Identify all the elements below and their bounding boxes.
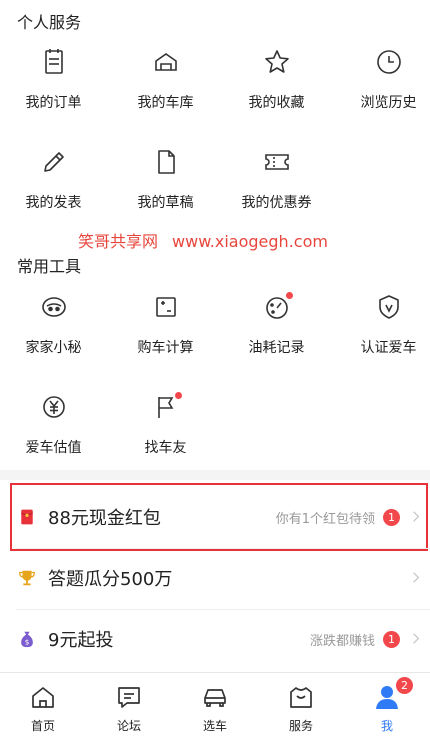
tab-forum-label: 论坛 (116, 719, 141, 733)
assistant-item[interactable]: 家家小秘 (0, 291, 107, 357)
watermark-site-name: 笑哥共享网 (78, 232, 159, 251)
money-bag-icon: $ (16, 628, 38, 650)
watermark-text: 笑哥共享网 www.xiaogegh.com (78, 228, 328, 252)
posts-item[interactable]: 我的发表 (0, 146, 107, 212)
pencil-icon (38, 146, 70, 178)
personal-section-title: 个人服务 (17, 13, 82, 32)
garage-icon (150, 46, 182, 78)
robot-icon (38, 291, 70, 323)
chevron-right-icon (412, 630, 422, 649)
verify-car-item[interactable]: 认证爱车 (335, 291, 430, 357)
tab-me-badge: 2 (396, 677, 413, 694)
verify-car-label: 认证爱车 (360, 340, 417, 356)
invest-badge: 1 (383, 630, 400, 648)
favorites-item[interactable]: 我的收藏 (223, 46, 330, 112)
tools-section-title: 常用工具 (17, 257, 82, 276)
fuel-notification-dot (285, 292, 293, 299)
watermark-url: www.xiaogegh.com (172, 232, 328, 251)
order-item[interactable]: 我的订单 (0, 46, 107, 112)
valuation-label: 爱车估值 (25, 440, 82, 456)
quiz-title: 答题瓜分500万 (48, 569, 173, 590)
fuel-label: 油耗记录 (248, 340, 305, 356)
find-friends-item[interactable]: 找车友 (112, 391, 219, 457)
clock-icon (373, 46, 405, 78)
tab-home-label: 首页 (30, 719, 55, 733)
history-label: 浏览历史 (360, 95, 417, 111)
invest-row[interactable]: $ 9元起投 涨跌都赚钱 1 (0, 609, 430, 669)
invest-hint: 涨跌都赚钱 (309, 633, 375, 649)
car-icon (201, 683, 229, 711)
drafts-label: 我的草稿 (137, 195, 194, 211)
fuel-gauge-icon (261, 291, 293, 323)
coupon-icon (261, 146, 293, 178)
highlight-box (10, 483, 428, 551)
star-icon (261, 46, 293, 78)
tab-car[interactable]: 选车 (172, 673, 258, 743)
fuel-item[interactable]: 油耗记录 (223, 291, 330, 357)
valuation-item[interactable]: 爱车估值 (0, 391, 107, 457)
find-friends-label: 找车友 (144, 440, 187, 456)
calculator-label: 购车计算 (137, 340, 194, 356)
bottom-tab-bar: 首页 论坛 选车 服务 2 我 (0, 672, 430, 742)
drafts-item[interactable]: 我的草稿 (112, 146, 219, 212)
tab-service-label: 服务 (288, 719, 313, 733)
forum-icon (115, 683, 143, 711)
history-item[interactable]: 浏览历史 (335, 46, 430, 112)
assistant-label: 家家小秘 (25, 340, 82, 356)
coupons-item[interactable]: 我的优惠券 (223, 146, 330, 212)
tab-home[interactable]: 首页 (0, 673, 86, 743)
calculator-icon (150, 291, 182, 323)
trophy-icon (16, 567, 38, 589)
coupons-label: 我的优惠券 (241, 195, 312, 211)
order-icon (38, 46, 70, 78)
garage-label: 我的车库 (137, 95, 194, 111)
calculator-item[interactable]: 购车计算 (112, 291, 219, 357)
order-label: 我的订单 (25, 95, 82, 111)
chevron-right-icon (412, 569, 422, 588)
tab-me-label: 我 (380, 719, 393, 733)
invest-title: 9元起投 (48, 630, 114, 651)
verified-shield-icon (373, 291, 405, 323)
quiz-row[interactable]: 答题瓜分500万 (0, 548, 430, 608)
tab-service[interactable]: 服务 (258, 673, 344, 743)
posts-label: 我的发表 (25, 195, 82, 211)
tab-forum[interactable]: 论坛 (86, 673, 172, 743)
service-icon (287, 683, 315, 711)
draft-icon (150, 146, 182, 178)
flag-icon (150, 391, 182, 423)
garage-item[interactable]: 我的车库 (112, 46, 219, 112)
find-friends-notification-dot (174, 392, 182, 399)
favorites-label: 我的收藏 (248, 95, 305, 111)
user-icon: 2 (373, 677, 413, 711)
section-separator (0, 470, 430, 480)
yuan-icon (38, 391, 70, 423)
tab-me[interactable]: 2 我 (344, 673, 430, 743)
svg-text:$: $ (25, 637, 30, 646)
tab-car-label: 选车 (202, 719, 227, 733)
home-icon (29, 683, 57, 711)
